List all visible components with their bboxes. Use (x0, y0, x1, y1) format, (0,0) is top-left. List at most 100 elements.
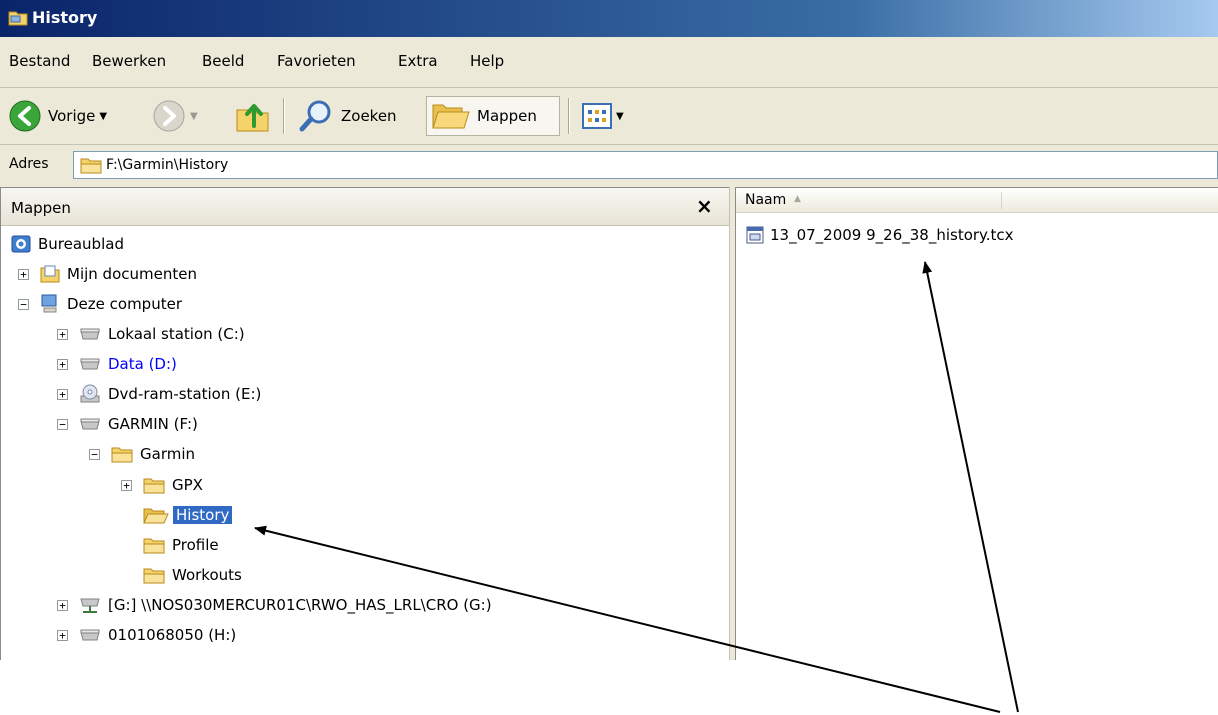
address-input[interactable]: F:\Garmin\History (73, 151, 1218, 179)
collapse-icon[interactable]: − (57, 419, 68, 430)
column-divider[interactable] (1001, 192, 1002, 209)
tree-label: Deze computer (67, 295, 182, 313)
folder-window-icon (8, 11, 28, 26)
collapse-icon[interactable]: − (89, 449, 100, 460)
file-list-pane: Naam ▲ 13_07_2009 9_26_38_history.tcx (736, 187, 1218, 660)
title-bar[interactable]: History (0, 0, 1218, 37)
pane-splitter[interactable] (729, 187, 736, 660)
menu-bar: Bestand Bewerken Beeld Favorieten Extra … (0, 37, 1218, 88)
up-button[interactable] (234, 96, 272, 136)
menu-extra[interactable]: Extra (398, 52, 438, 70)
computer-icon (41, 294, 57, 313)
sort-ascending-icon: ▲ (794, 194, 801, 204)
back-arrow-icon (9, 100, 41, 132)
window-title: History (32, 8, 98, 27)
tcx-file-icon (746, 226, 764, 244)
toolbar-separator (283, 98, 284, 134)
hard-drive-icon (80, 629, 100, 641)
folders-icon (432, 104, 470, 129)
folders-pane: Mappen × Bureaublad + Mijn documenten − (0, 187, 730, 660)
tree-item-gpx[interactable]: GPX (143, 474, 203, 496)
back-button[interactable]: Vorige ▼ (8, 96, 107, 136)
folder-icon (143, 478, 165, 494)
expand-icon[interactable]: + (57, 359, 68, 370)
documents-folder-icon (40, 265, 60, 283)
tree-item-garmin-f[interactable]: GARMIN (F:) (79, 413, 198, 435)
tree-item-data-d[interactable]: Data (D:) (79, 353, 177, 375)
menu-bewerken[interactable]: Bewerken (92, 52, 166, 70)
tree-item-deze-computer[interactable]: Deze computer (40, 293, 182, 315)
collapse-icon[interactable]: − (18, 299, 29, 310)
expand-icon[interactable]: + (57, 600, 68, 611)
removable-drive-icon (80, 418, 100, 430)
tree-label: GPX (172, 476, 203, 494)
open-folder-icon (143, 508, 169, 524)
forward-dropdown-icon[interactable]: ▼ (190, 111, 198, 122)
folder-icon (111, 447, 133, 463)
tree-label: Dvd-ram-station (E:) (108, 385, 262, 403)
tree-label: GARMIN (F:) (108, 415, 198, 433)
toolbar-separator (568, 98, 569, 134)
tree-label: [G:] \\NOS030MERCUR01C\RWO_HAS_LRL\CRO (… (108, 596, 492, 614)
tree-label: Lokaal station (C:) (108, 325, 245, 343)
expand-icon[interactable]: + (18, 269, 29, 280)
folders-button[interactable]: Mappen (426, 96, 560, 136)
address-label: Adres (9, 156, 49, 172)
tree-label: Data (D:) (108, 355, 177, 373)
close-icon[interactable]: × (696, 194, 713, 218)
tree-item-lokaal-station-c[interactable]: Lokaal station (C:) (79, 323, 245, 345)
tree-item-mijn-documenten[interactable]: Mijn documenten (40, 263, 197, 285)
address-bar: Adres F:\Garmin\History (0, 146, 1218, 184)
address-value: F:\Garmin\History (106, 157, 229, 173)
views-button[interactable]: ▼ (582, 96, 624, 136)
menu-help[interactable]: Help (470, 52, 504, 70)
forward-arrow-icon (153, 100, 185, 132)
views-dropdown-icon[interactable]: ▼ (616, 111, 624, 122)
toolbar: Vorige ▼ ▼ Zoeken Mappen ▼ (0, 88, 1218, 145)
tree-item-0101068050-h[interactable]: 0101068050 (H:) (79, 624, 236, 646)
file-name: 13_07_2009 9_26_38_history.tcx (770, 226, 1014, 244)
search-label: Zoeken (341, 107, 397, 125)
hard-drive-icon (80, 328, 100, 340)
expand-icon[interactable]: + (57, 329, 68, 340)
network-drive-icon (80, 598, 100, 613)
desktop-icon (11, 235, 31, 253)
tree-item-bureaublad[interactable]: Bureaublad (11, 233, 124, 255)
folders-pane-title: Mappen (11, 199, 71, 217)
tree-item-dvd-ram-station-e[interactable]: Dvd-ram-station (E:) (79, 383, 261, 405)
menu-beeld[interactable]: Beeld (202, 52, 244, 70)
column-header-label: Naam (745, 192, 787, 208)
tree-label-selected: History (173, 506, 233, 524)
dvd-drive-icon (80, 384, 100, 403)
folder-icon (80, 158, 102, 174)
tree-label: Garmin (140, 445, 196, 463)
tree-label: Bureaublad (38, 235, 124, 253)
search-button[interactable]: Zoeken (297, 96, 397, 136)
back-dropdown-icon[interactable]: ▼ (99, 111, 107, 122)
tree-label: Mijn documenten (67, 265, 197, 283)
folder-icon (143, 538, 165, 554)
expand-icon[interactable]: + (57, 630, 68, 641)
tree-label: 0101068050 (H:) (108, 626, 237, 644)
folders-pane-header: Mappen × (1, 188, 730, 226)
explorer-window: History Bestand Bewerken Beeld Favoriete… (0, 0, 1218, 660)
tree-item-network-g[interactable]: [G:] \\NOS030MERCUR01C\RWO_HAS_LRL\CRO (… (79, 594, 492, 616)
search-icon (299, 100, 331, 132)
folder-up-icon (236, 104, 269, 132)
tree-item-profile[interactable]: Profile (143, 534, 219, 556)
column-header-name[interactable]: Naam ▲ (736, 188, 1218, 213)
tree-item-history[interactable]: History (143, 504, 233, 526)
menu-favorieten[interactable]: Favorieten (277, 52, 356, 70)
hard-drive-icon (80, 358, 100, 370)
tree-label: Profile (172, 536, 219, 554)
tree-item-garmin[interactable]: Garmin (111, 443, 195, 465)
tree-item-workouts[interactable]: Workouts (143, 564, 242, 586)
expand-icon[interactable]: + (121, 480, 132, 491)
back-label: Vorige (48, 107, 96, 125)
expand-icon[interactable]: + (57, 389, 68, 400)
folder-icon (143, 568, 165, 584)
file-item[interactable]: 13_07_2009 9_26_38_history.tcx (746, 226, 1014, 244)
menu-bestand[interactable]: Bestand (9, 52, 70, 70)
views-icon (582, 103, 612, 129)
forward-button[interactable]: ▼ (152, 96, 198, 136)
